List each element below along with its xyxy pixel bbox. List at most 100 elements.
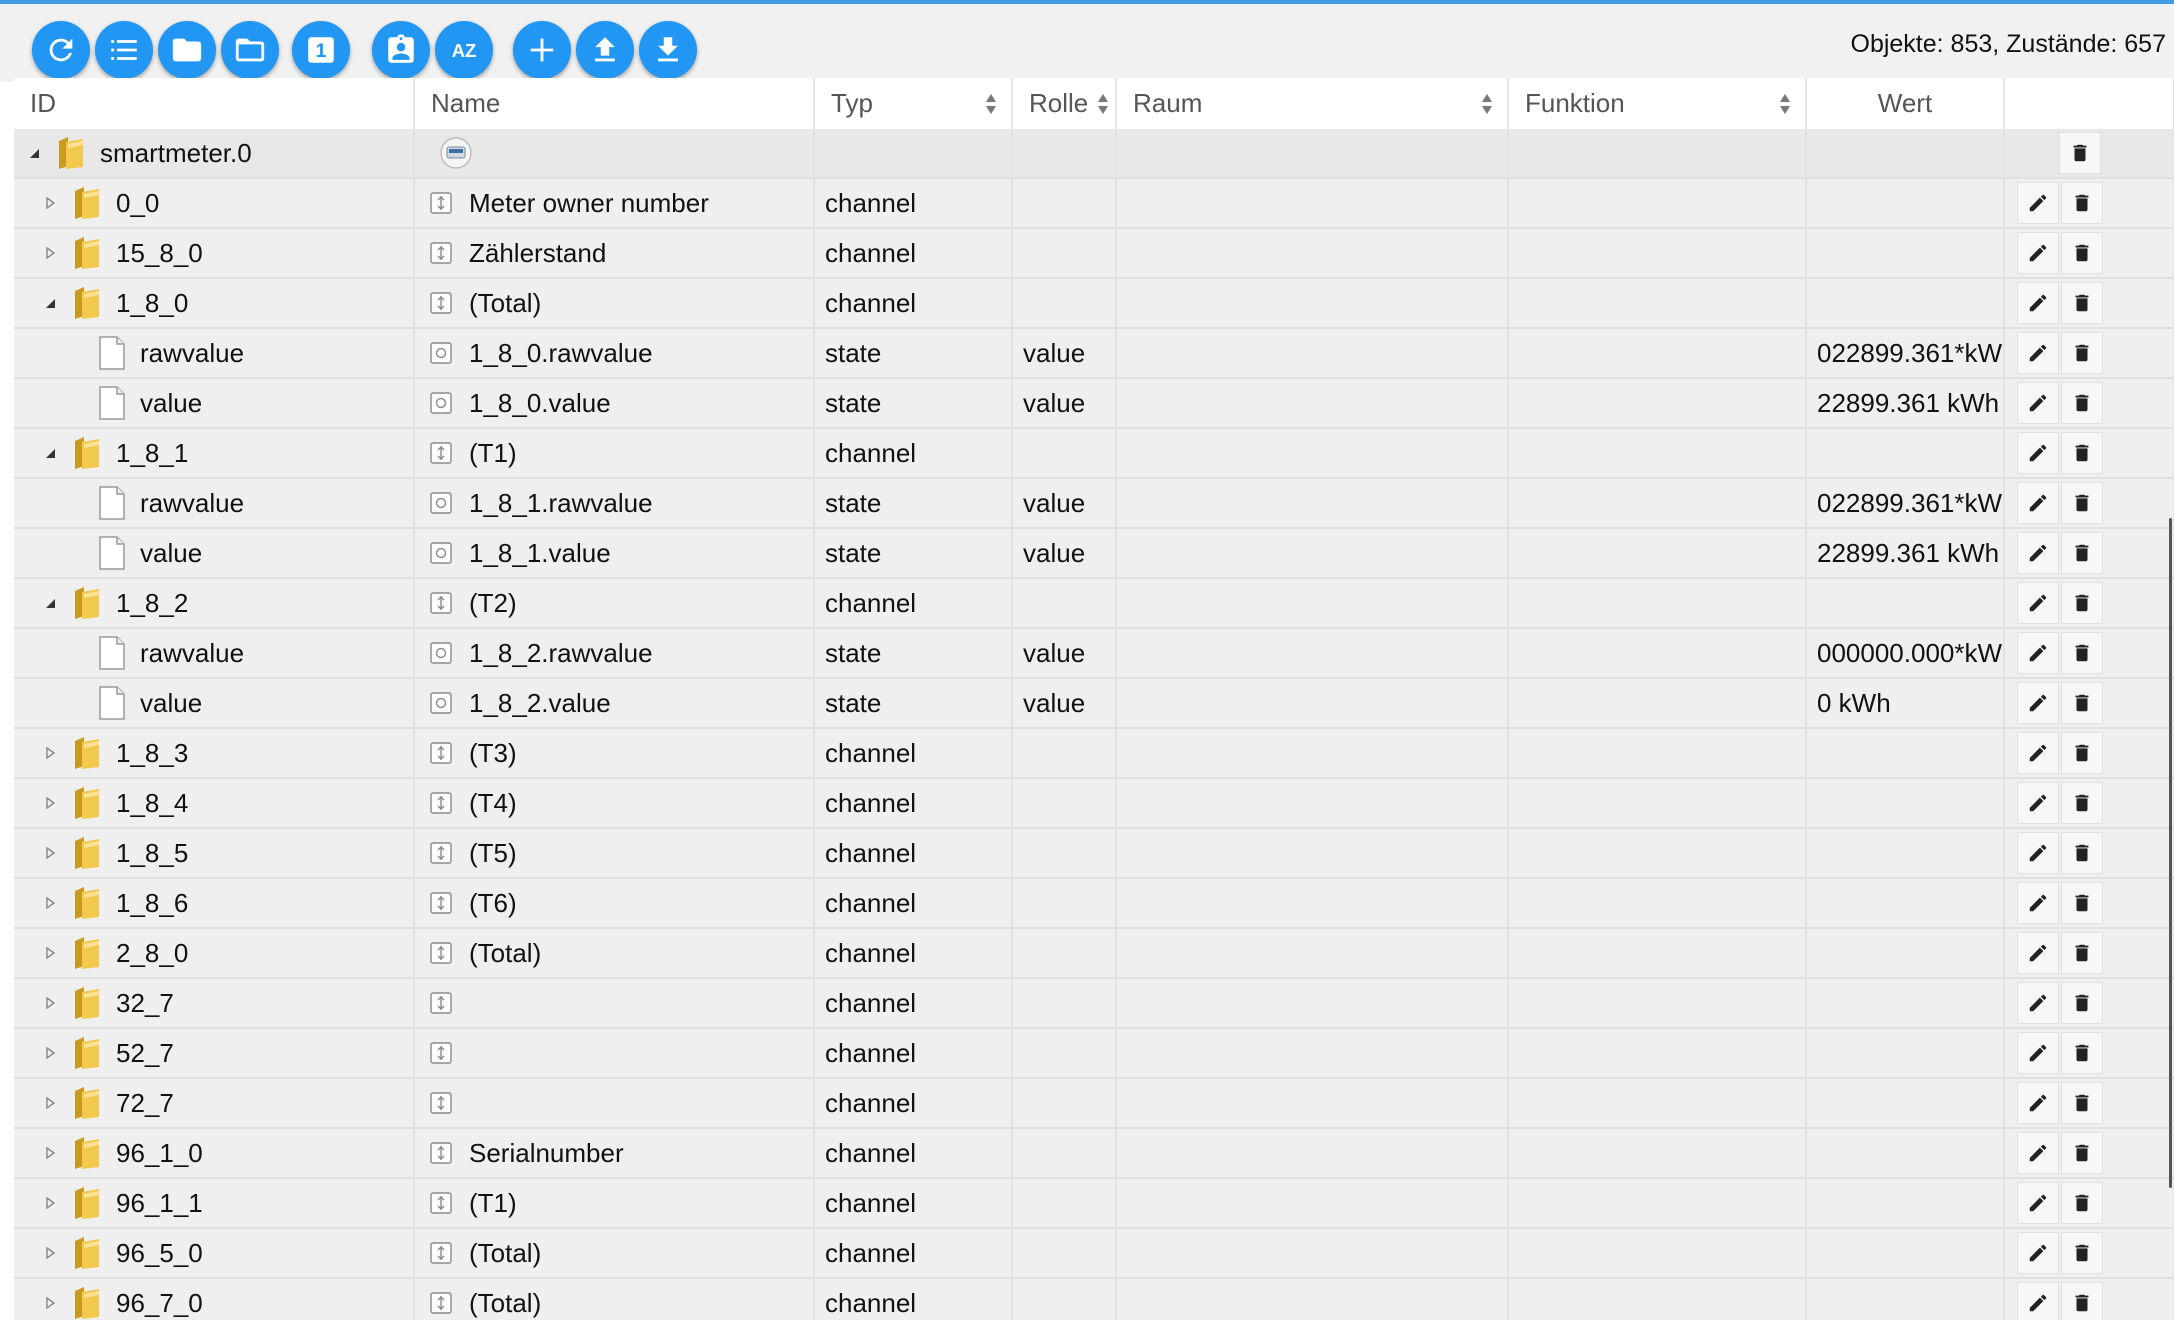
rolle-cell[interactable]: value xyxy=(1012,628,1117,679)
id-cell[interactable]: 52_7 xyxy=(14,1028,415,1079)
edit-button[interactable] xyxy=(2017,1132,2059,1174)
wert-cell[interactable] xyxy=(1806,578,2005,629)
wert-cell[interactable] xyxy=(1806,1028,2005,1079)
edit-button[interactable] xyxy=(2017,632,2059,674)
edit-button[interactable] xyxy=(2017,682,2059,724)
id-cell[interactable]: rawvalue xyxy=(14,328,415,379)
delete-button[interactable] xyxy=(2061,532,2103,574)
rolle-cell[interactable] xyxy=(1012,978,1117,1029)
collapse-toggle-icon[interactable] xyxy=(40,293,60,313)
wert-cell[interactable] xyxy=(1806,928,2005,979)
expand-toggle-icon[interactable] xyxy=(40,743,60,763)
column-header-typ[interactable]: Typ xyxy=(814,78,1013,129)
funktion-cell[interactable] xyxy=(1508,478,1807,529)
edit-button[interactable] xyxy=(2017,732,2059,774)
funktion-cell[interactable] xyxy=(1508,1278,1807,1320)
rolle-cell[interactable] xyxy=(1012,1028,1117,1079)
name-cell[interactable]: 1_8_2.rawvalue xyxy=(414,628,815,679)
expand-toggle-icon[interactable] xyxy=(40,1093,60,1113)
delete-button[interactable] xyxy=(2061,832,2103,874)
id-cell[interactable]: 32_7 xyxy=(14,978,415,1029)
edit-button[interactable] xyxy=(2017,1082,2059,1124)
expand-toggle-icon[interactable] xyxy=(40,943,60,963)
funktion-cell[interactable] xyxy=(1508,978,1807,1029)
column-header-wert[interactable]: Wert xyxy=(1806,78,2005,129)
name-cell[interactable] xyxy=(414,129,815,179)
raum-cell[interactable] xyxy=(1116,978,1509,1029)
collapse-all-button[interactable] xyxy=(158,21,216,79)
name-cell[interactable]: 1_8_0.rawvalue xyxy=(414,328,815,379)
column-header-name[interactable]: Name xyxy=(414,78,815,129)
funktion-cell[interactable] xyxy=(1508,1228,1807,1279)
funktion-cell[interactable] xyxy=(1508,1078,1807,1129)
raum-cell[interactable] xyxy=(1116,528,1509,579)
name-cell[interactable] xyxy=(414,1078,815,1129)
wert-cell[interactable]: 000000.000*kWh xyxy=(1806,628,2005,679)
name-cell[interactable]: 1_8_1.value xyxy=(414,528,815,579)
rolle-cell[interactable] xyxy=(1012,728,1117,779)
raum-cell[interactable] xyxy=(1116,628,1509,679)
name-cell[interactable]: (T1) xyxy=(414,1178,815,1229)
raum-cell[interactable] xyxy=(1116,578,1509,629)
wert-cell[interactable] xyxy=(1806,1078,2005,1129)
edit-button[interactable] xyxy=(2017,232,2059,274)
filter-one-button[interactable]: 1 xyxy=(292,21,350,79)
rolle-cell[interactable] xyxy=(1012,1278,1117,1320)
table-row[interactable]: rawvalue 1_8_1.rawvalue state value 022899.3… xyxy=(14,478,2174,529)
expand-toggle-icon[interactable] xyxy=(40,1293,60,1313)
wert-cell[interactable] xyxy=(1806,978,2005,1029)
rolle-cell[interactable] xyxy=(1012,278,1117,329)
delete-button[interactable] xyxy=(2061,732,2103,774)
table-row[interactable]: 52_7 channel xyxy=(14,1028,2174,1079)
vertical-scrollbar[interactable] xyxy=(2169,518,2172,1188)
id-cell[interactable]: 72_7 xyxy=(14,1078,415,1129)
rolle-cell[interactable]: value xyxy=(1012,378,1117,429)
wert-cell[interactable] xyxy=(1806,828,2005,879)
name-cell[interactable]: (Total) xyxy=(414,1278,815,1320)
wert-cell[interactable] xyxy=(1806,278,2005,329)
edit-button[interactable] xyxy=(2017,282,2059,324)
expand-toggle-icon[interactable] xyxy=(40,793,60,813)
funktion-cell[interactable] xyxy=(1508,278,1807,329)
column-header-rolle[interactable]: Rolle xyxy=(1012,78,1117,129)
wert-cell[interactable] xyxy=(1806,228,2005,279)
raum-cell[interactable] xyxy=(1116,378,1509,429)
funktion-cell[interactable] xyxy=(1508,1178,1807,1229)
delete-button[interactable] xyxy=(2061,982,2103,1024)
funktion-cell[interactable] xyxy=(1508,778,1807,829)
name-cell[interactable]: 1_8_0.value xyxy=(414,378,815,429)
name-cell[interactable]: (T4) xyxy=(414,778,815,829)
table-row[interactable]: 15_8_0 Zählerstand channel xyxy=(14,228,2174,279)
edit-button[interactable] xyxy=(2017,982,2059,1024)
expand-toggle-icon[interactable] xyxy=(40,1243,60,1263)
name-cell[interactable]: 1_8_2.value xyxy=(414,678,815,729)
name-cell[interactable]: (T6) xyxy=(414,878,815,929)
name-cell[interactable] xyxy=(414,1028,815,1079)
id-cell[interactable]: 2_8_0 xyxy=(14,928,415,979)
wert-cell[interactable] xyxy=(1806,178,2005,229)
id-cell[interactable]: value xyxy=(14,678,415,729)
wert-cell[interactable]: 022899.361*kWh xyxy=(1806,478,2005,529)
delete-button[interactable] xyxy=(2061,1132,2103,1174)
table-row[interactable]: 32_7 channel xyxy=(14,978,2174,1029)
raum-cell[interactable] xyxy=(1116,178,1509,229)
id-cell[interactable]: 96_7_0 xyxy=(14,1278,415,1320)
raum-cell[interactable] xyxy=(1116,828,1509,879)
wert-cell[interactable] xyxy=(1806,1278,2005,1320)
refresh-button[interactable] xyxy=(32,21,90,79)
raum-cell[interactable] xyxy=(1116,728,1509,779)
id-cell[interactable]: 1_8_2 xyxy=(14,578,415,629)
raum-cell[interactable] xyxy=(1116,778,1509,829)
funktion-cell[interactable] xyxy=(1508,1028,1807,1079)
rolle-cell[interactable]: value xyxy=(1012,478,1117,529)
raum-cell[interactable] xyxy=(1116,428,1509,479)
edit-button[interactable] xyxy=(2017,1182,2059,1224)
collapse-toggle-icon[interactable] xyxy=(40,593,60,613)
rolle-cell[interactable]: value xyxy=(1012,678,1117,729)
expand-toggle-icon[interactable] xyxy=(40,993,60,1013)
delete-button[interactable] xyxy=(2061,582,2103,624)
expand-toggle-icon[interactable] xyxy=(40,1193,60,1213)
raum-cell[interactable] xyxy=(1116,129,1509,179)
column-header-raum[interactable]: Raum xyxy=(1116,78,1509,129)
table-row[interactable]: 1_8_5 (T5) channel xyxy=(14,828,2174,879)
